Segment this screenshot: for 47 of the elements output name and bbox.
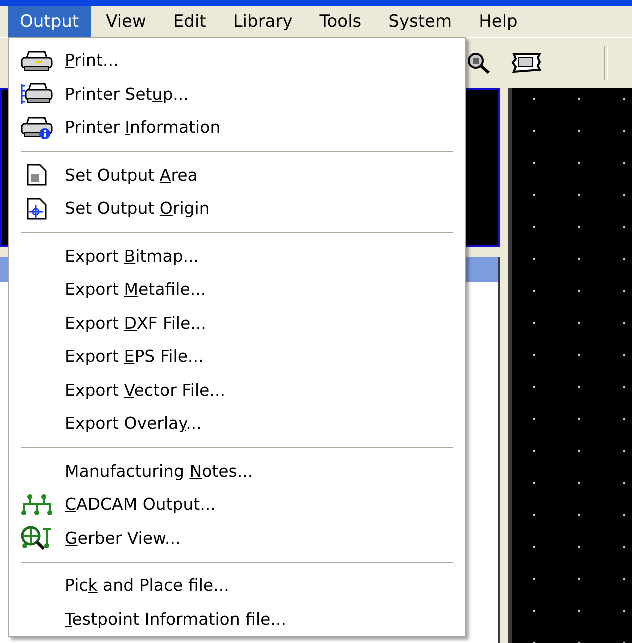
printer-icon [20, 50, 54, 72]
menu-item[interactable]: CADCAM Output... [9, 488, 465, 522]
menu-item[interactable]: Export EPS File... [9, 340, 465, 374]
menu-item-label: Print... [65, 51, 119, 70]
menu-bar-item[interactable]: Output [8, 6, 92, 37]
menu-item-label: Export Metafile... [65, 280, 206, 300]
menu-item-label: Pick and Place file... [65, 576, 230, 596]
menu-bar-item[interactable]: Library [221, 6, 305, 37]
menu-item-label: Testpoint Information file... [65, 610, 286, 629]
menu-bar-item[interactable]: Tools [308, 6, 374, 37]
menu-item[interactable]: Export Vector File... [9, 374, 465, 407]
menu-item-label: Export EPS File... [65, 347, 204, 366]
menu-item[interactable]: Export Metafile... [9, 273, 465, 306]
menu-bar-item[interactable]: System [376, 6, 464, 37]
menu-item-label: Export Vector File... [65, 380, 226, 400]
menu-item[interactable]: Gerber View... [9, 522, 465, 555]
circuit-icon [20, 494, 54, 516]
frame-icon[interactable] [510, 51, 544, 75]
printer-info-icon [20, 116, 54, 140]
zoom-icon[interactable] [466, 51, 492, 75]
menu-bar-item[interactable]: Help [467, 6, 530, 37]
menu-item-label: Export DXF File... [65, 314, 206, 333]
menu-item[interactable]: Export DXF File... [9, 306, 465, 340]
menu-item-label: Gerber View... [65, 528, 181, 548]
menu-item-label: CADCAM Output... [65, 495, 216, 514]
menu-item-label: Export Overlay... [65, 414, 202, 434]
menu-item-label: Set Output Origin [65, 199, 210, 218]
menu-item[interactable]: Manufacturing Notes... [9, 454, 465, 488]
menu-item-label: Printer Setup... [65, 84, 189, 104]
menu-item-label: Printer Information [65, 118, 221, 138]
menu-item[interactable]: Pick and Place file... [9, 569, 465, 602]
menu-item[interactable]: Testpoint Information file... [9, 602, 465, 636]
menu-bar-item[interactable]: Edit [161, 6, 218, 37]
menu-item[interactable]: Set Output Area [9, 158, 465, 192]
printer-setup-icon [20, 82, 54, 106]
menu-item-label: Manufacturing Notes... [65, 462, 254, 481]
page-icon [26, 163, 48, 188]
menu-bar-item[interactable]: View [94, 6, 158, 37]
menu-item-label: Export Bitmap... [65, 246, 200, 266]
menu-item-label: Set Output Area [65, 166, 198, 185]
page-crosshair-icon [26, 196, 48, 221]
menu-item[interactable]: Export Bitmap... [9, 240, 465, 273]
menu-item[interactable]: Printer Setup... [9, 78, 465, 111]
menu-item[interactable]: Print... [9, 44, 465, 78]
menu-item[interactable]: Set Output Origin [9, 192, 465, 226]
menu-item[interactable]: Printer Information [9, 111, 465, 144]
menu-item[interactable]: Export Overlay... [9, 407, 465, 440]
